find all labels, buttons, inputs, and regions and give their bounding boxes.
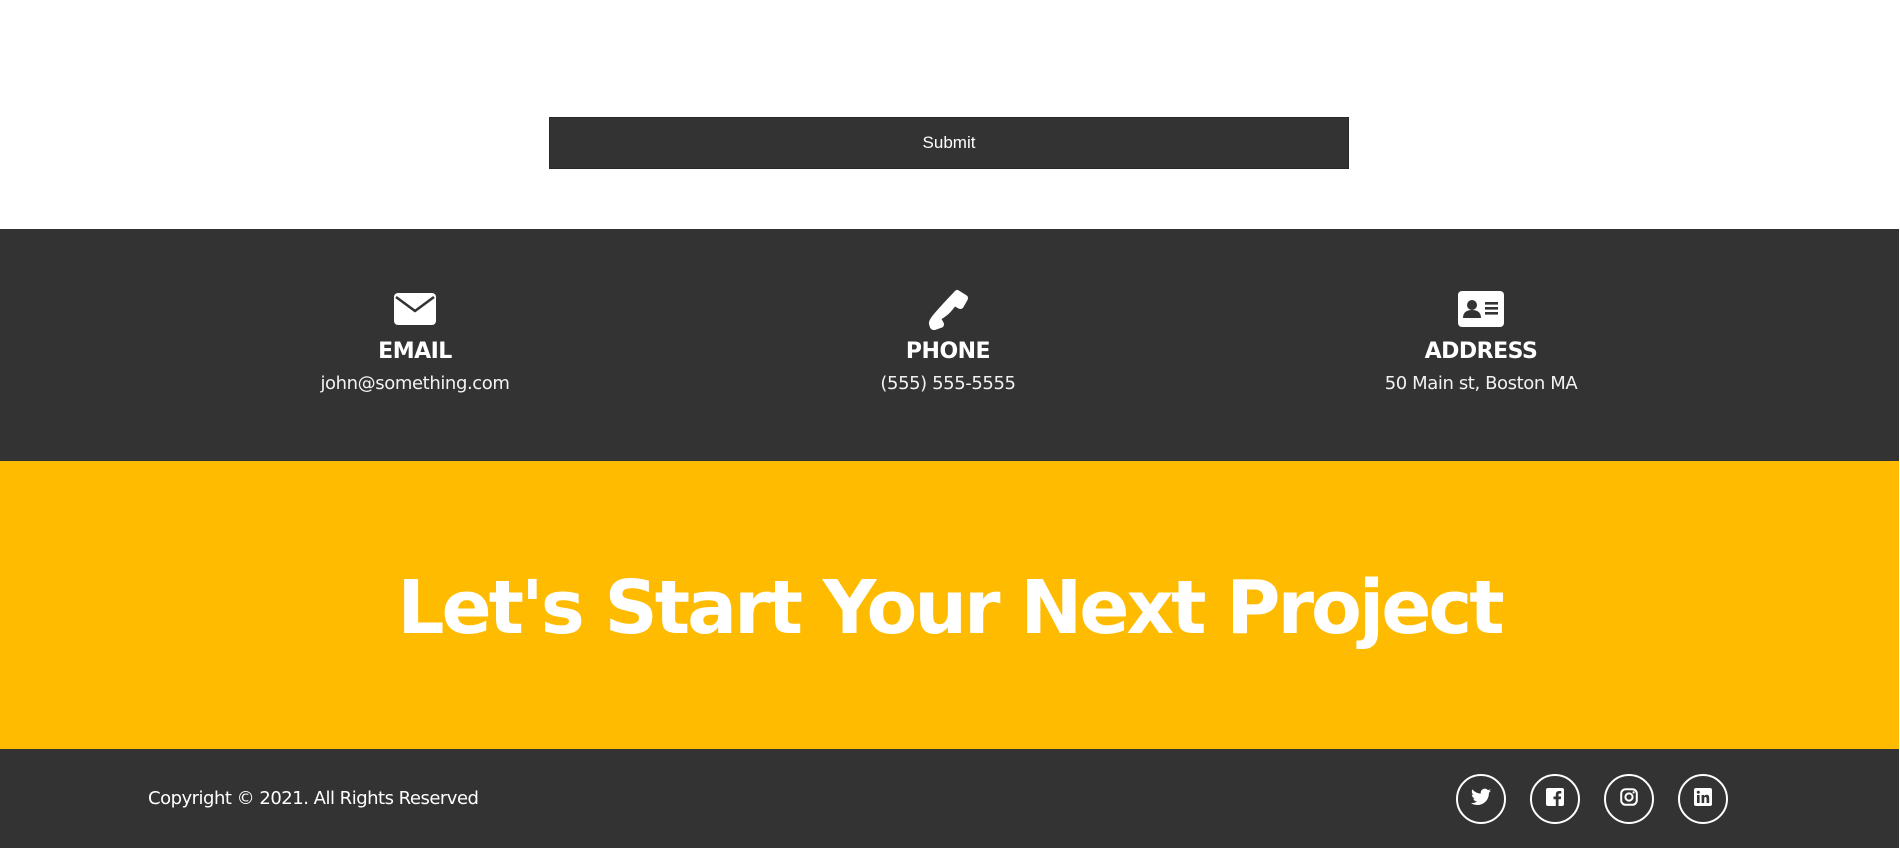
contact-phone: PHONE (555) 555-5555 xyxy=(768,287,1128,395)
contact-phone-title: PHONE xyxy=(905,339,991,364)
facebook-link[interactable] xyxy=(1530,774,1580,824)
cta-heading: Let's Start Your Next Project xyxy=(397,565,1504,651)
contact-address-title: ADDRESS xyxy=(1424,339,1538,364)
cta-banner: Let's Start Your Next Project xyxy=(0,461,1899,749)
footer: Copyright © 2021. All Rights Reserved xyxy=(0,749,1899,848)
envelope-icon xyxy=(235,287,595,331)
instagram-icon xyxy=(1620,787,1638,811)
contact-email-value: john@something.com xyxy=(320,373,510,394)
contact-info-section: EMAIL john@something.com PHONE (555) 555… xyxy=(0,229,1899,461)
contact-phone-value: (555) 555-5555 xyxy=(880,373,1016,394)
phone-icon xyxy=(768,287,1128,331)
copyright-text: Copyright © 2021. All Rights Reserved xyxy=(148,788,479,809)
contact-email-title: EMAIL xyxy=(378,339,452,364)
contact-address-value: 50 Main st, Boston MA xyxy=(1384,373,1578,394)
twitter-icon xyxy=(1471,788,1491,811)
linkedin-link[interactable] xyxy=(1678,774,1728,824)
submit-button[interactable]: Submit xyxy=(549,117,1349,169)
contact-email: EMAIL john@something.com xyxy=(235,287,595,395)
page: Submit EMAIL john@something.com PHONE (5… xyxy=(0,0,1900,848)
facebook-icon xyxy=(1546,787,1564,811)
address-card-icon xyxy=(1301,287,1661,331)
instagram-link[interactable] xyxy=(1604,774,1654,824)
linkedin-icon xyxy=(1694,787,1712,811)
contact-form-section: Submit xyxy=(0,0,1899,229)
contact-address: ADDRESS 50 Main st, Boston MA xyxy=(1301,287,1661,395)
social-links xyxy=(1456,774,1728,824)
twitter-link[interactable] xyxy=(1456,774,1506,824)
